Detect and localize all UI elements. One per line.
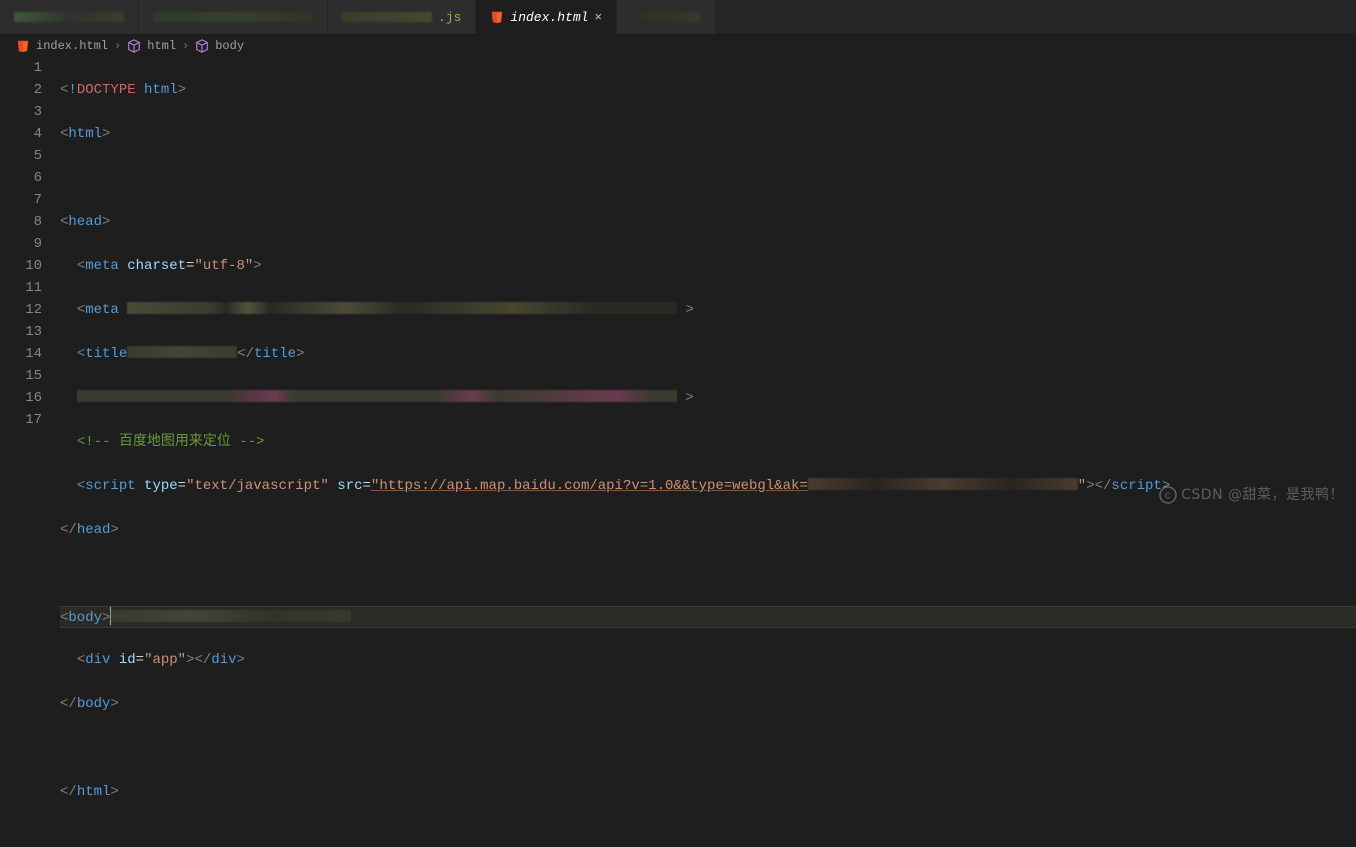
line-gutter: 1234 5678 9101112 13141516 17 — [0, 57, 60, 512]
chevron-right-icon: › — [182, 39, 189, 53]
cube-icon — [127, 39, 141, 53]
code-editor[interactable]: 1234 5678 9101112 13141516 17 <!DOCTYPE … — [0, 57, 1356, 512]
breadcrumb-segment[interactable]: body — [215, 39, 244, 53]
close-icon[interactable]: × — [594, 10, 602, 25]
code-area[interactable]: <!DOCTYPE html> <html> <head> <meta char… — [60, 57, 1356, 512]
tabs-bar: .js index.html × — [0, 0, 1356, 35]
breadcrumb-file[interactable]: index.html — [36, 39, 108, 53]
cube-icon — [195, 39, 209, 53]
html-file-icon — [490, 10, 504, 24]
svg-text:C: C — [1165, 492, 1171, 501]
chevron-right-icon: › — [114, 39, 121, 53]
watermark: C CSDN @甜菜，是我鸭！ — [1159, 484, 1344, 504]
breadcrumb-segment[interactable]: html — [147, 39, 176, 53]
tab-label: index.html — [510, 10, 588, 25]
html-file-icon — [16, 39, 30, 53]
breadcrumb: index.html › html › body — [0, 35, 1356, 57]
editor-tab[interactable] — [0, 0, 139, 34]
editor-tab[interactable] — [617, 0, 716, 34]
editor-tab-js[interactable]: .js — [328, 0, 476, 34]
editor-tab[interactable] — [139, 0, 328, 34]
tab-label: .js — [438, 10, 461, 25]
editor-tab-index-html[interactable]: index.html × — [476, 0, 617, 34]
csdn-logo-icon: C — [1159, 486, 1177, 504]
